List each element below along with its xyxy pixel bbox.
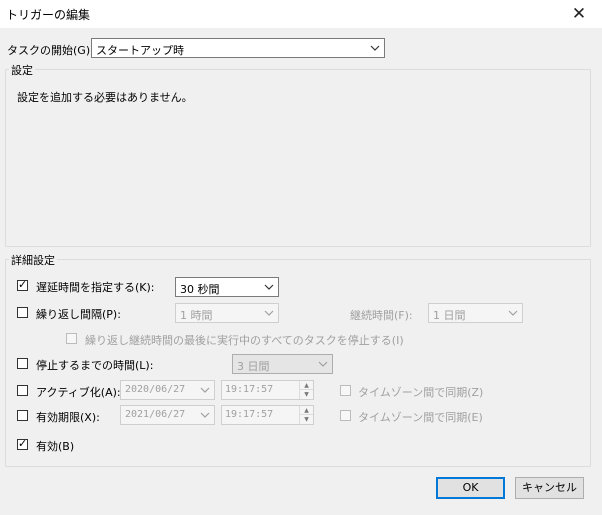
expire-sync-checkbox[interactable]	[340, 410, 351, 421]
stop-after-value: 3 日間	[237, 360, 270, 373]
activate-date-picker[interactable]: 2020/06/27	[120, 380, 215, 400]
repeat-checkbox[interactable]	[17, 307, 28, 318]
delay-value: 30 秒間	[180, 283, 220, 296]
stop-after-checkbox[interactable]	[17, 358, 28, 369]
edit-trigger-dialog: トリガーの編集 ✕ タスクの開始(G): スタートアップ時 設定 設定を追加する…	[0, 0, 602, 515]
delay-select[interactable]: 30 秒間	[175, 277, 279, 297]
chevron-down-icon	[370, 45, 380, 51]
activate-sync-label: タイムゾーン間で同期(Z)	[358, 386, 484, 399]
activate-date-value: 2020/06/27	[125, 384, 186, 395]
begin-task-value: スタートアップ時	[96, 44, 184, 57]
spin-down-icon[interactable]: ▼	[299, 389, 313, 399]
title-bar: トリガーの編集 ✕	[0, 0, 602, 28]
expire-time-spinner[interactable]: 19:17:57 ▲ ▼	[221, 405, 314, 425]
advanced-settings-label: 詳細設定	[9, 252, 57, 268]
repeat-interval-value: 1 時間	[180, 309, 213, 322]
expire-date-picker[interactable]: 2021/06/27	[120, 405, 215, 425]
window-title: トリガーの編集	[6, 8, 91, 22]
chevron-down-icon	[318, 361, 328, 367]
begin-task-label: タスクの開始(G):	[7, 44, 94, 57]
repeat-interval-select[interactable]: 1 時間	[175, 303, 279, 323]
ok-button[interactable]: OK	[436, 477, 505, 499]
cancel-button[interactable]: キャンセル	[515, 477, 584, 499]
chevron-down-icon	[264, 284, 274, 290]
expire-date-value: 2021/06/27	[125, 409, 186, 420]
duration-label: 継続時間(F):	[350, 309, 413, 322]
chevron-down-icon	[200, 412, 210, 418]
stop-all-tasks-checkbox[interactable]	[66, 333, 77, 344]
chevron-down-icon	[264, 310, 274, 316]
repeat-label: 繰り返し間隔(P):	[36, 308, 121, 321]
stop-after-label: 停止するまでの時間(L):	[36, 359, 154, 372]
expire-sync-label: タイムゾーン間で同期(E)	[358, 411, 483, 424]
expire-time-value: 19:17:57	[225, 409, 274, 420]
enabled-checkbox[interactable]	[17, 437, 28, 450]
duration-value: 1 日間	[433, 309, 466, 322]
stop-after-select[interactable]: 3 日間	[232, 354, 333, 374]
chevron-down-icon	[508, 310, 518, 316]
activate-time-spinner[interactable]: 19:17:57 ▲ ▼	[221, 380, 314, 400]
delay-label: 遅延時間を指定する(K):	[36, 281, 155, 294]
settings-group-label: 設定	[9, 62, 35, 78]
activate-sync-checkbox[interactable]	[340, 385, 351, 396]
enabled-label: 有効(B)	[36, 440, 75, 453]
expire-label: 有効期限(X):	[36, 411, 100, 424]
begin-task-select[interactable]: スタートアップ時	[91, 38, 385, 58]
spin-down-icon[interactable]: ▼	[299, 414, 313, 424]
duration-select[interactable]: 1 日間	[428, 303, 523, 323]
activate-label: アクティブ化(A):	[36, 386, 121, 399]
activate-time-value: 19:17:57	[225, 384, 274, 395]
stop-all-tasks-label: 繰り返し継続時間の最後に実行中のすべてのタスクを停止する(I)	[85, 334, 404, 347]
settings-message: 設定を追加する必要はありません。	[17, 91, 193, 104]
expire-checkbox[interactable]	[17, 410, 28, 421]
delay-checkbox[interactable]	[17, 278, 28, 291]
activate-checkbox[interactable]	[17, 385, 28, 396]
close-icon[interactable]: ✕	[556, 0, 602, 28]
chevron-down-icon	[200, 387, 210, 393]
